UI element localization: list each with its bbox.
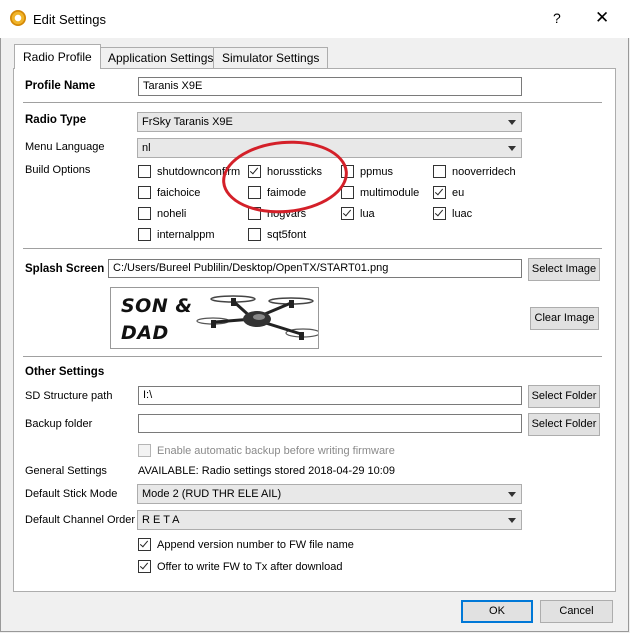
option-horussticks-checkbox[interactable]: horussticks — [248, 165, 322, 178]
option-label: faimode — [267, 186, 307, 199]
checkbox-box — [138, 538, 151, 551]
option-label: faichoice — [157, 186, 201, 199]
tab-radio-profile[interactable]: Radio Profile — [14, 44, 101, 69]
option-eu-checkbox[interactable]: eu — [433, 186, 464, 199]
splash-preview-image: SON & DAD — [110, 287, 319, 349]
channel-order-value: R E T A — [142, 514, 180, 526]
option-internalppm-checkbox[interactable]: internalppm — [138, 228, 214, 241]
other-settings-heading: Other Settings — [25, 366, 105, 378]
checkbox-box — [248, 186, 261, 199]
tab-application-settings[interactable]: Application Settings — [99, 47, 223, 68]
option-label: ppmus — [360, 165, 394, 178]
radio-type-value: FrSky Taranis X9E — [142, 116, 233, 128]
divider — [23, 248, 602, 249]
cancel-button[interactable]: Cancel — [540, 600, 613, 623]
option-label: sqt5font — [267, 228, 307, 241]
backup-folder-input[interactable] — [138, 414, 522, 433]
option-faimode-checkbox[interactable]: faimode — [248, 186, 306, 199]
backup-select-folder-button[interactable]: Select Folder — [528, 413, 600, 436]
default-stick-mode-select[interactable]: Mode 2 (RUD THR ELE AIL) — [137, 484, 522, 504]
option-label: horussticks — [267, 165, 323, 178]
splash-screen-label: Splash Screen — [25, 263, 105, 275]
sd-structure-path-input[interactable]: I:\ — [138, 386, 522, 405]
option-label: shutdownconfirm — [157, 165, 241, 178]
divider — [23, 356, 602, 357]
checkbox-box — [433, 165, 446, 178]
option-lua-checkbox[interactable]: lua — [341, 207, 375, 220]
auto-backup-label: Enable automatic backup before writing f… — [157, 444, 395, 457]
checkbox-box — [248, 165, 261, 178]
checkbox-box — [341, 165, 354, 178]
chevron-down-icon — [508, 120, 516, 125]
checkbox-box — [138, 186, 151, 199]
window-title: Edit Settings — [33, 12, 106, 27]
ok-button[interactable]: OK — [461, 600, 533, 623]
default-stick-mode-label: Default Stick Mode — [25, 488, 118, 500]
divider — [23, 102, 602, 103]
backup-folder-label: Backup folder — [25, 418, 93, 430]
chevron-down-icon — [508, 146, 516, 151]
help-icon[interactable]: ? — [553, 10, 561, 26]
stick-mode-value: Mode 2 (RUD THR ELE AIL) — [142, 488, 282, 500]
option-nogvars-checkbox[interactable]: nogvars — [248, 207, 306, 220]
option-label: nogvars — [267, 207, 307, 220]
close-icon[interactable]: ✕ — [595, 8, 609, 28]
append-version-label: Append version number to FW file name — [157, 538, 354, 551]
menu-language-label: Menu Language — [25, 141, 105, 153]
profile-name-input[interactable]: Taranis X9E — [138, 77, 522, 96]
option-label: lua — [360, 207, 375, 220]
checkbox-box — [138, 207, 151, 220]
companion-app-icon — [10, 10, 26, 26]
checkbox-box — [248, 207, 261, 220]
auto-backup-checkbox[interactable]: Enable automatic backup before writing f… — [138, 444, 395, 457]
checkbox-box — [248, 228, 261, 241]
offer-write-fw-label: Offer to write FW to Tx after download — [157, 560, 343, 573]
general-settings-label: General Settings — [25, 465, 107, 477]
chevron-down-icon — [508, 518, 516, 523]
clear-image-button[interactable]: Clear Image — [530, 307, 599, 330]
default-channel-order-label: Default Channel Order — [25, 514, 136, 526]
option-label: luac — [452, 207, 473, 220]
option-label: eu — [452, 186, 465, 199]
offer-write-fw-checkbox[interactable]: Offer to write FW to Tx after download — [138, 560, 342, 573]
option-luac-checkbox[interactable]: luac — [433, 207, 472, 220]
menu-language-select[interactable]: nl — [137, 138, 522, 158]
checkbox-box — [341, 207, 354, 220]
chevron-down-icon — [508, 492, 516, 497]
radio-type-select[interactable]: FrSky Taranis X9E — [137, 112, 522, 132]
option-shutdownconfirm-checkbox[interactable]: shutdownconfirm — [138, 165, 240, 178]
option-label: internalppm — [157, 228, 215, 241]
append-version-checkbox[interactable]: Append version number to FW file name — [138, 538, 354, 551]
select-image-button[interactable]: Select Image — [528, 258, 600, 281]
checkbox-box — [138, 444, 151, 457]
option-label: nooverridech — [452, 165, 516, 178]
option-nooverridech-checkbox[interactable]: nooverridech — [433, 165, 516, 178]
option-ppmus-checkbox[interactable]: ppmus — [341, 165, 393, 178]
checkbox-box — [138, 228, 151, 241]
option-faichoice-checkbox[interactable]: faichoice — [138, 186, 200, 199]
option-multimodule-checkbox[interactable]: multimodule — [341, 186, 419, 199]
option-label: noheli — [157, 207, 187, 220]
checkbox-box — [433, 207, 446, 220]
splash-text-line2: DAD — [121, 322, 169, 344]
checkbox-box — [138, 560, 151, 573]
option-sqt5font-checkbox[interactable]: sqt5font — [248, 228, 306, 241]
checkbox-box — [341, 186, 354, 199]
sd-select-folder-button[interactable]: Select Folder — [528, 385, 600, 408]
tab-simulator-settings[interactable]: Simulator Settings — [213, 47, 329, 68]
sd-structure-path-label: SD Structure path — [25, 390, 113, 402]
build-options-label: Build Options — [25, 164, 91, 176]
drone-icon — [196, 295, 318, 340]
checkbox-box — [138, 165, 151, 178]
splash-text-line1: SON & — [121, 295, 193, 317]
option-label: multimodule — [360, 186, 420, 199]
splash-path-input[interactable]: C:/Users/Bureel Publilin/Desktop/OpenTX/… — [108, 259, 522, 278]
radio-type-label: Radio Type — [25, 114, 87, 126]
option-noheli-checkbox[interactable]: noheli — [138, 207, 186, 220]
general-settings-status: AVAILABLE: Radio settings stored 2018-04… — [138, 465, 396, 477]
profile-name-label: Profile Name — [25, 80, 96, 92]
checkbox-box — [433, 186, 446, 199]
menu-language-value: nl — [142, 142, 151, 154]
default-channel-order-select[interactable]: R E T A — [137, 510, 522, 530]
